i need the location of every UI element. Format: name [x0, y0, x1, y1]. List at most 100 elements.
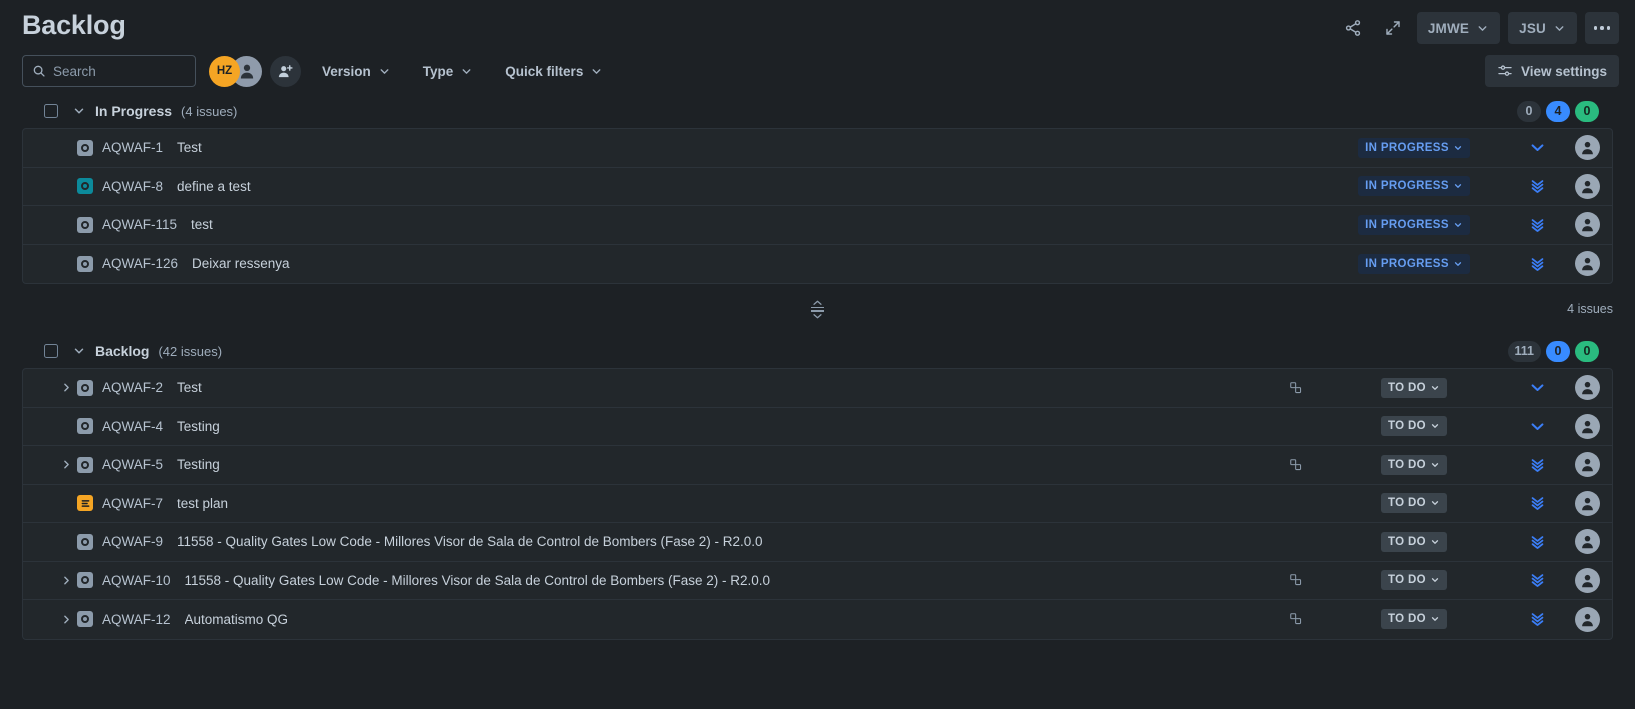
unassigned-avatar[interactable] [1575, 212, 1600, 238]
table-row[interactable]: AQWAF-10 11558 - Quality Gates Low Code … [23, 562, 1612, 600]
filter-version[interactable]: Version [311, 55, 402, 87]
badge-done-count[interactable]: 0 [1575, 340, 1599, 362]
badge-todo-count[interactable]: 0 [1517, 100, 1541, 122]
child-issues-icon[interactable] [1282, 612, 1310, 626]
search-input[interactable] [53, 63, 186, 79]
issue-key[interactable]: AQWAF-115 [102, 217, 177, 232]
issue-summary[interactable]: 11558 - Quality Gates Low Code - Millore… [185, 573, 771, 588]
table-row[interactable]: AQWAF-4 Testing TO DO [23, 408, 1612, 446]
badge-done-count[interactable]: 0 [1575, 100, 1599, 122]
expand-chevron-icon[interactable] [55, 574, 77, 587]
issue-summary[interactable]: test plan [177, 496, 228, 511]
issue-summary[interactable]: Deixar ressenya [192, 256, 290, 271]
table-row[interactable]: AQWAF-12 Automatismo QG TO DO [23, 600, 1612, 639]
more-actions-icon[interactable] [1585, 12, 1619, 44]
issue-summary[interactable]: Testing [177, 457, 220, 472]
issue-key[interactable]: AQWAF-2 [102, 380, 163, 395]
lowest-priority-icon[interactable] [1518, 611, 1556, 627]
issue-summary[interactable]: Automatismo QG [185, 612, 289, 627]
expand-chevron-icon[interactable] [55, 613, 77, 626]
issue-key[interactable]: AQWAF-12 [102, 612, 171, 627]
project-selector-button[interactable]: JSU [1508, 12, 1577, 44]
filter-quick-filters[interactable]: Quick filters [494, 55, 614, 87]
badge-todo-count[interactable]: 111 [1507, 340, 1541, 362]
view-settings-button[interactable]: View settings [1484, 55, 1619, 87]
avatar-hz[interactable]: HZ [209, 55, 240, 87]
issue-key[interactable]: AQWAF-5 [102, 457, 163, 472]
unassigned-avatar[interactable] [1575, 173, 1600, 199]
lowest-priority-icon[interactable] [1518, 457, 1556, 473]
issue-key[interactable]: AQWAF-7 [102, 496, 163, 511]
issue-key[interactable]: AQWAF-10 [102, 573, 171, 588]
lowest-priority-icon[interactable] [1518, 495, 1556, 511]
issue-key[interactable]: AQWAF-4 [102, 419, 163, 434]
status-dropdown[interactable]: TO DO [1381, 570, 1447, 591]
unassigned-avatar[interactable] [1575, 452, 1600, 478]
board-selector-button[interactable]: JMWE [1416, 12, 1501, 44]
assignee-cell [1556, 135, 1600, 161]
status-dropdown[interactable]: TO DO [1381, 531, 1447, 552]
chevron-down-icon[interactable] [72, 104, 86, 118]
child-issues-icon[interactable] [1282, 458, 1310, 472]
unassigned-avatar[interactable] [1575, 567, 1600, 593]
status-dropdown[interactable]: TO DO [1381, 377, 1447, 398]
table-row[interactable]: AQWAF-5 Testing TO DO [23, 446, 1612, 485]
lowest-priority-icon[interactable] [1518, 178, 1556, 194]
section-select-checkbox[interactable] [44, 104, 58, 118]
issue-key[interactable]: AQWAF-8 [102, 179, 163, 194]
status-dropdown[interactable]: TO DO [1381, 416, 1447, 437]
table-row[interactable]: AQWAF-7 test plan TO DO [23, 485, 1612, 523]
table-row[interactable]: AQWAF-126 Deixar ressenya IN PROGRESS [23, 245, 1612, 284]
status-dropdown[interactable]: IN PROGRESS [1358, 214, 1470, 235]
unassigned-avatar[interactable] [1575, 135, 1600, 161]
expand-icon[interactable] [1377, 12, 1409, 44]
table-row[interactable]: AQWAF-2 Test TO DO [23, 369, 1612, 408]
lowest-priority-icon[interactable] [1518, 572, 1556, 588]
unassigned-avatar[interactable] [1575, 413, 1600, 439]
status-dropdown[interactable]: IN PROGRESS [1358, 176, 1470, 197]
expand-chevron-icon[interactable] [55, 381, 77, 394]
badge-inprogress-count[interactable]: 4 [1546, 100, 1570, 122]
add-person-icon[interactable] [270, 55, 301, 87]
lowest-priority-icon[interactable] [1518, 256, 1556, 272]
unassigned-avatar[interactable] [1575, 490, 1600, 516]
chevron-down-icon[interactable] [72, 344, 86, 358]
unassigned-avatar[interactable] [1575, 251, 1600, 277]
table-row[interactable]: AQWAF-115 test IN PROGRESS [23, 206, 1612, 245]
issue-summary[interactable]: Test [177, 380, 202, 395]
issue-summary[interactable]: 11558 - Quality Gates Low Code - Millore… [177, 534, 763, 549]
child-issues-icon[interactable] [1282, 381, 1310, 395]
expand-chevron-icon[interactable] [55, 458, 77, 471]
lowest-priority-icon[interactable] [1518, 534, 1556, 550]
issue-key[interactable]: AQWAF-9 [102, 534, 163, 549]
issue-summary[interactable]: define a test [177, 179, 251, 194]
lowest-priority-icon[interactable] [1518, 217, 1556, 233]
status-dropdown[interactable]: TO DO [1381, 609, 1447, 630]
issue-summary[interactable]: test [191, 217, 213, 232]
dot [1600, 26, 1604, 30]
issue-key[interactable]: AQWAF-126 [102, 256, 178, 271]
issue-summary[interactable]: Testing [177, 419, 220, 434]
resize-handle[interactable] [811, 300, 824, 319]
share-icon[interactable] [1337, 12, 1369, 44]
table-row[interactable]: AQWAF-1 Test IN PROGRESS [23, 129, 1612, 168]
unassigned-avatar[interactable] [1575, 606, 1600, 632]
table-row[interactable]: AQWAF-9 11558 - Quality Gates Low Code -… [23, 523, 1612, 562]
status-dropdown[interactable]: TO DO [1381, 493, 1447, 514]
status-dropdown[interactable]: TO DO [1381, 454, 1447, 475]
medium-priority-icon[interactable] [1518, 420, 1556, 433]
search-box[interactable] [22, 55, 196, 87]
unassigned-avatar[interactable] [1575, 529, 1600, 555]
filter-type[interactable]: Type [412, 55, 485, 87]
issue-summary[interactable]: Test [177, 140, 202, 155]
status-dropdown[interactable]: IN PROGRESS [1358, 137, 1470, 158]
medium-priority-icon[interactable] [1518, 141, 1556, 154]
badge-inprogress-count[interactable]: 0 [1546, 340, 1570, 362]
child-issues-icon[interactable] [1282, 573, 1310, 587]
issue-key[interactable]: AQWAF-1 [102, 140, 163, 155]
medium-priority-icon[interactable] [1518, 381, 1556, 394]
section-select-checkbox[interactable] [44, 344, 58, 358]
status-dropdown[interactable]: IN PROGRESS [1358, 253, 1470, 274]
table-row[interactable]: AQWAF-8 define a test IN PROGRESS [23, 168, 1612, 206]
unassigned-avatar[interactable] [1575, 375, 1600, 401]
